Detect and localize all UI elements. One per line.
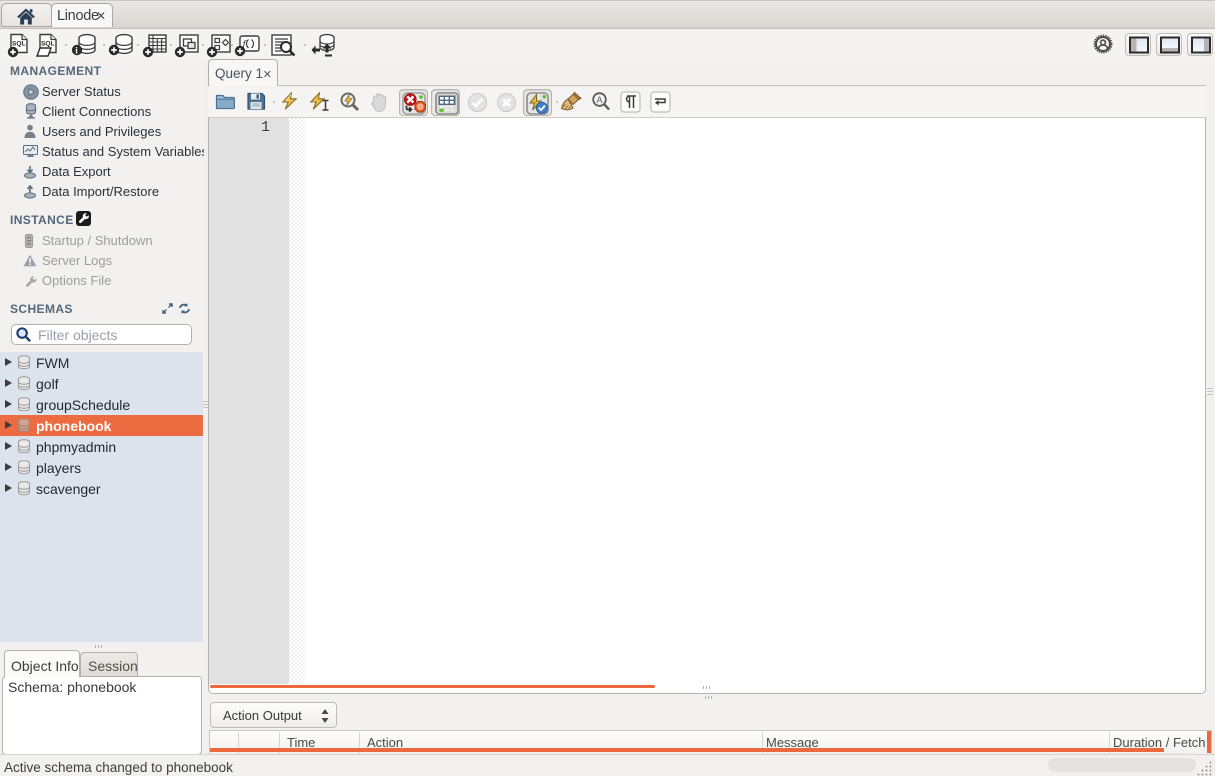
svg-text:A: A (597, 95, 603, 105)
svg-text:SQL: SQL (41, 41, 55, 48)
svg-text:SQL: SQL (12, 41, 26, 48)
